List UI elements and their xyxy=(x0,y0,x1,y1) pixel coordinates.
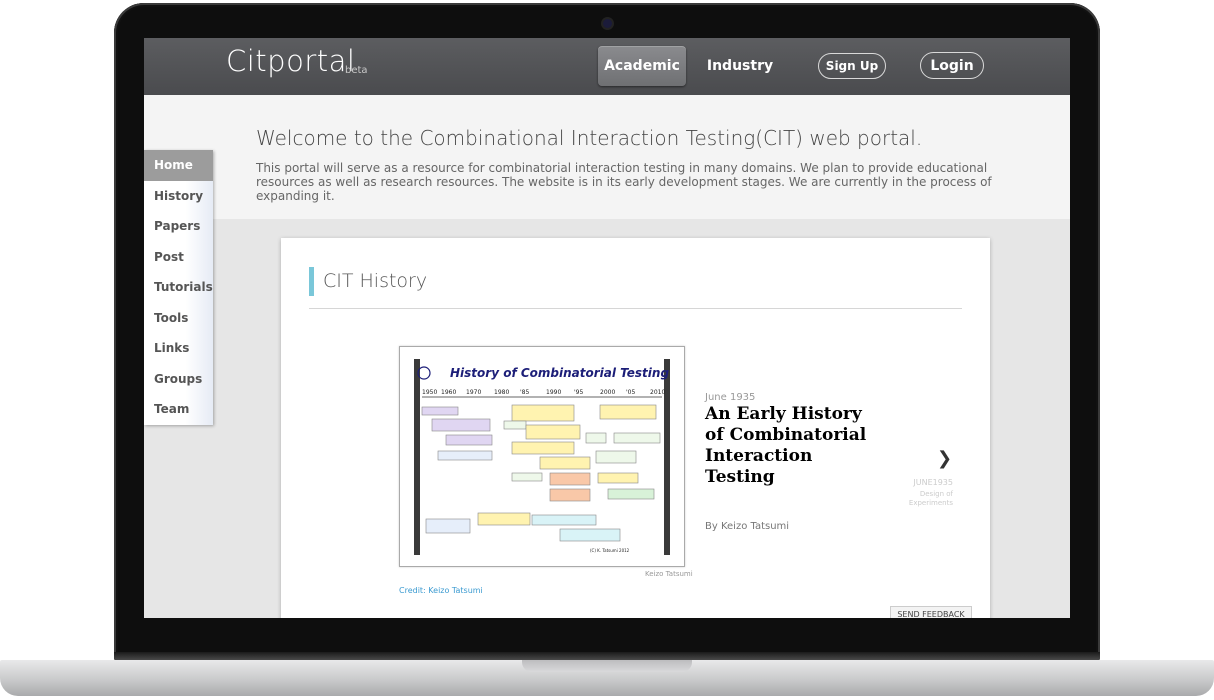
sidebar-item-home[interactable]: Home xyxy=(144,150,213,181)
section-divider xyxy=(309,308,962,309)
svg-text:(C) K. Tatsumi 2012: (C) K. Tatsumi 2012 xyxy=(590,548,630,553)
welcome-text: This portal will serve as a resource for… xyxy=(256,161,992,203)
laptop-notch xyxy=(522,660,692,672)
sidebar-item-tutorials[interactable]: Tutorials xyxy=(144,272,213,303)
sidebar-item-team[interactable]: Team xyxy=(144,394,213,425)
section-accent-bar xyxy=(309,267,314,296)
brand-logo[interactable]: Citportal xyxy=(226,44,355,78)
svg-text:1990: 1990 xyxy=(546,389,561,396)
svg-text:1950: 1950 xyxy=(422,389,437,396)
next-slide-subtitle: Design of Experiments xyxy=(908,490,953,507)
slide-title[interactable]: An Early History of Combinatorial Intera… xyxy=(705,404,875,488)
sidebar-item-post[interactable]: Post xyxy=(144,241,213,272)
section-title: CIT History xyxy=(323,270,428,292)
image-credit-link[interactable]: Credit: Keizo Tatsumi xyxy=(399,586,483,595)
sidebar-menu: Home History Papers Post Tutorials Tools… xyxy=(144,150,213,425)
send-feedback-button[interactable]: SEND FEEDBACK xyxy=(890,606,972,618)
svg-text:1970: 1970 xyxy=(466,389,481,396)
history-card: CIT History 1950 1960 1970 1980 '85 1990 '95… xyxy=(281,238,990,618)
svg-text:'05: '05 xyxy=(626,389,635,396)
history-timeline-image[interactable]: 1950 1960 1970 1980 '85 1990 '95 2000 '05 2010 xyxy=(399,346,685,567)
svg-text:'95: '95 xyxy=(574,389,583,396)
next-slide-date: JUNE1935 xyxy=(913,478,953,487)
svg-text:2010: 2010 xyxy=(650,389,665,396)
nav-academic-button[interactable]: Academic xyxy=(598,46,686,86)
image-title: History of Combinatorial Testing xyxy=(450,366,670,380)
svg-text:1960: 1960 xyxy=(441,389,456,396)
svg-text:'85: '85 xyxy=(520,389,529,396)
sidebar-item-tools[interactable]: Tools xyxy=(144,302,213,333)
top-navbar: Citportal beta Academic Industry Sign Up… xyxy=(144,38,1070,96)
sidebar-item-papers[interactable]: Papers xyxy=(144,211,213,242)
signup-button[interactable]: Sign Up xyxy=(818,53,886,79)
screen: Citportal beta Academic Industry Sign Up… xyxy=(144,38,1070,618)
sidebar-item-links[interactable]: Links xyxy=(144,333,213,364)
sidebar-item-history[interactable]: History xyxy=(144,180,213,211)
slide-date: June 1935 xyxy=(705,392,756,403)
svg-text:1980: 1980 xyxy=(494,389,509,396)
welcome-banner: Welcome to the Combinational Interaction… xyxy=(144,95,1070,219)
nav-industry-button[interactable]: Industry xyxy=(704,46,776,86)
sidebar-item-groups[interactable]: Groups xyxy=(144,363,213,394)
brand-beta-label: beta xyxy=(345,65,368,76)
image-caption: Keizo Tatsumi xyxy=(645,570,693,578)
camera-icon xyxy=(603,19,612,28)
svg-text:2000: 2000 xyxy=(600,389,615,396)
login-button[interactable]: Login xyxy=(920,52,984,79)
chevron-right-icon[interactable]: ❯ xyxy=(937,448,952,469)
slide-author: By Keizo Tatsumi xyxy=(705,521,790,532)
welcome-title: Welcome to the Combinational Interaction… xyxy=(256,126,923,150)
